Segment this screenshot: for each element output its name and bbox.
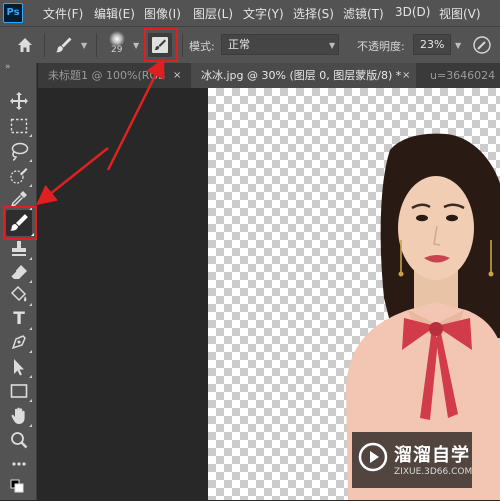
watermark-title: 溜溜自学 xyxy=(394,445,470,466)
brush-preset-icon[interactable] xyxy=(54,35,74,59)
chevron-down-icon[interactable]: ▼ xyxy=(133,41,139,50)
photoshop-logo: Ps xyxy=(3,3,23,23)
toolbar: » T xyxy=(0,62,37,500)
rectangular-marquee-icon xyxy=(10,118,28,134)
move-tool[interactable] xyxy=(8,90,30,112)
quick-selection-icon xyxy=(10,168,28,184)
more-tools[interactable] xyxy=(8,453,30,475)
chevron-down-icon[interactable]: ▼ xyxy=(455,41,461,50)
menu-view[interactable]: 视图(V) xyxy=(439,5,481,22)
zoom-icon xyxy=(11,432,28,449)
default-colors-icon[interactable] xyxy=(8,475,30,497)
brush-size-value: 29 xyxy=(111,45,123,55)
annotation-highlight-brush-tool xyxy=(3,206,37,240)
watermark-url: ZIXUE.3D66.COM xyxy=(394,467,473,477)
path-selection-tool[interactable] xyxy=(8,356,32,378)
opacity-label: 不透明度: xyxy=(357,40,405,53)
paint-bucket-tool[interactable] xyxy=(8,284,32,306)
separator xyxy=(96,33,97,57)
eraser-tool[interactable] xyxy=(8,261,32,283)
collapse-toolbar-icon[interactable]: » xyxy=(5,62,11,72)
path-selection-icon xyxy=(14,359,24,376)
menu-file[interactable]: 文件(F) xyxy=(43,5,83,22)
hand-tool[interactable] xyxy=(8,405,32,427)
lasso-icon xyxy=(11,142,29,161)
rectangle-tool[interactable] xyxy=(8,380,32,402)
close-icon[interactable]: × xyxy=(173,63,181,88)
menu-image[interactable]: 图像(I) xyxy=(144,5,181,22)
menu-3d[interactable]: 3D(D) xyxy=(395,5,430,19)
pen-icon xyxy=(11,335,26,350)
opacity-input[interactable]: 23% xyxy=(413,34,451,55)
clone-stamp-tool[interactable] xyxy=(8,238,32,260)
annotation-highlight-options xyxy=(144,28,178,62)
hand-icon xyxy=(11,407,25,424)
tab-label: 未标题1 @ 100%(RGB xyxy=(48,69,166,82)
mode-select[interactable]: 正常 xyxy=(221,34,339,55)
type-icon: T xyxy=(13,309,25,329)
menu-type[interactable]: 文字(Y) xyxy=(243,5,284,22)
opacity-value: 23% xyxy=(420,38,445,51)
tab-label: 冰冰.jpg @ 30% (图层 0, 图层蒙版/8) * xyxy=(201,69,402,82)
watermark: 溜溜自学 ZIXUE.3D66.COM xyxy=(352,432,472,488)
menu-layer[interactable]: 图层(L) xyxy=(193,5,233,22)
menu-bar: Ps 文件(F) 编辑(E) 图像(I) 图层(L) 文字(Y) 选择(S) 滤… xyxy=(0,0,500,26)
zoom-tool[interactable] xyxy=(8,429,30,451)
play-logo-icon xyxy=(358,442,388,472)
home-icon[interactable] xyxy=(16,36,34,58)
more-tools-icon xyxy=(12,462,26,466)
clone-stamp-icon xyxy=(12,241,26,256)
eraser-icon xyxy=(10,265,27,279)
pressure-opacity-icon[interactable] xyxy=(472,35,492,59)
mode-value: 正常 xyxy=(228,38,250,51)
quick-selection-tool[interactable] xyxy=(8,165,32,187)
close-icon[interactable]: × xyxy=(402,63,410,88)
type-tool[interactable]: T xyxy=(8,308,32,330)
move-icon xyxy=(10,92,28,110)
rectangle-icon xyxy=(10,384,28,398)
lasso-tool[interactable] xyxy=(8,140,32,162)
tab-label: u=3646024 xyxy=(430,69,496,82)
chevron-down-icon[interactable]: ▼ xyxy=(329,41,335,50)
marquee-tool[interactable] xyxy=(8,115,32,137)
tab-bingbing[interactable]: 冰冰.jpg @ 30% (图层 0, 图层蒙版/8) * xyxy=(191,63,416,88)
separator xyxy=(44,33,45,57)
tab-untitled[interactable]: 未标题1 @ 100%(RGB xyxy=(38,63,186,88)
menu-edit[interactable]: 编辑(E) xyxy=(94,5,135,22)
paint-bucket-icon xyxy=(10,285,27,302)
mode-label: 模式: xyxy=(189,40,215,53)
options-bar: ▼ ▼ 模式: 正常 ▼ 不透明度: 23% ▼ xyxy=(0,26,500,63)
menu-select[interactable]: 选择(S) xyxy=(293,5,334,22)
menu-filter[interactable]: 滤镜(T) xyxy=(343,5,384,22)
document-tab-bar: 未标题1 @ 100%(RGB × 冰冰.jpg @ 30% (图层 0, 图层… xyxy=(38,63,500,88)
tab-u3646024[interactable]: u=3646024 xyxy=(420,63,500,88)
pen-tool[interactable] xyxy=(8,331,32,353)
chevron-down-icon[interactable]: ▼ xyxy=(81,41,87,50)
separator xyxy=(182,33,183,57)
